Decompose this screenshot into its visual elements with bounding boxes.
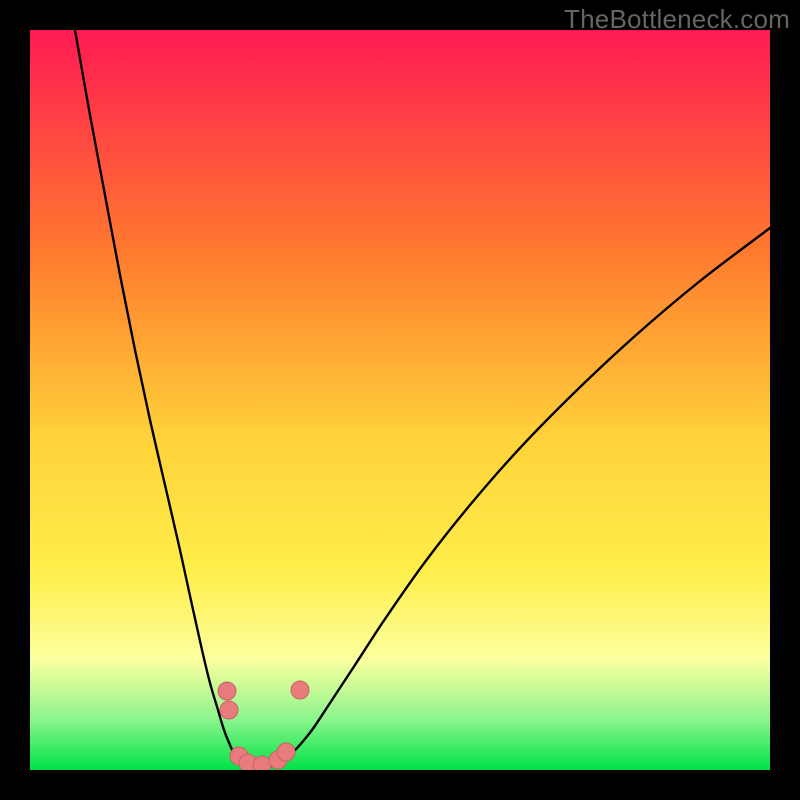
watermark-text: TheBottleneck.com xyxy=(564,4,790,35)
plot-area xyxy=(30,30,770,770)
curve-marker xyxy=(291,681,309,699)
chart-frame: TheBottleneck.com xyxy=(0,0,800,800)
curve-marker xyxy=(253,756,271,770)
bottleneck-chart xyxy=(30,30,770,770)
curve-marker xyxy=(277,743,295,761)
gradient-background xyxy=(30,30,770,770)
curve-marker xyxy=(220,701,238,719)
curve-marker xyxy=(218,682,236,700)
